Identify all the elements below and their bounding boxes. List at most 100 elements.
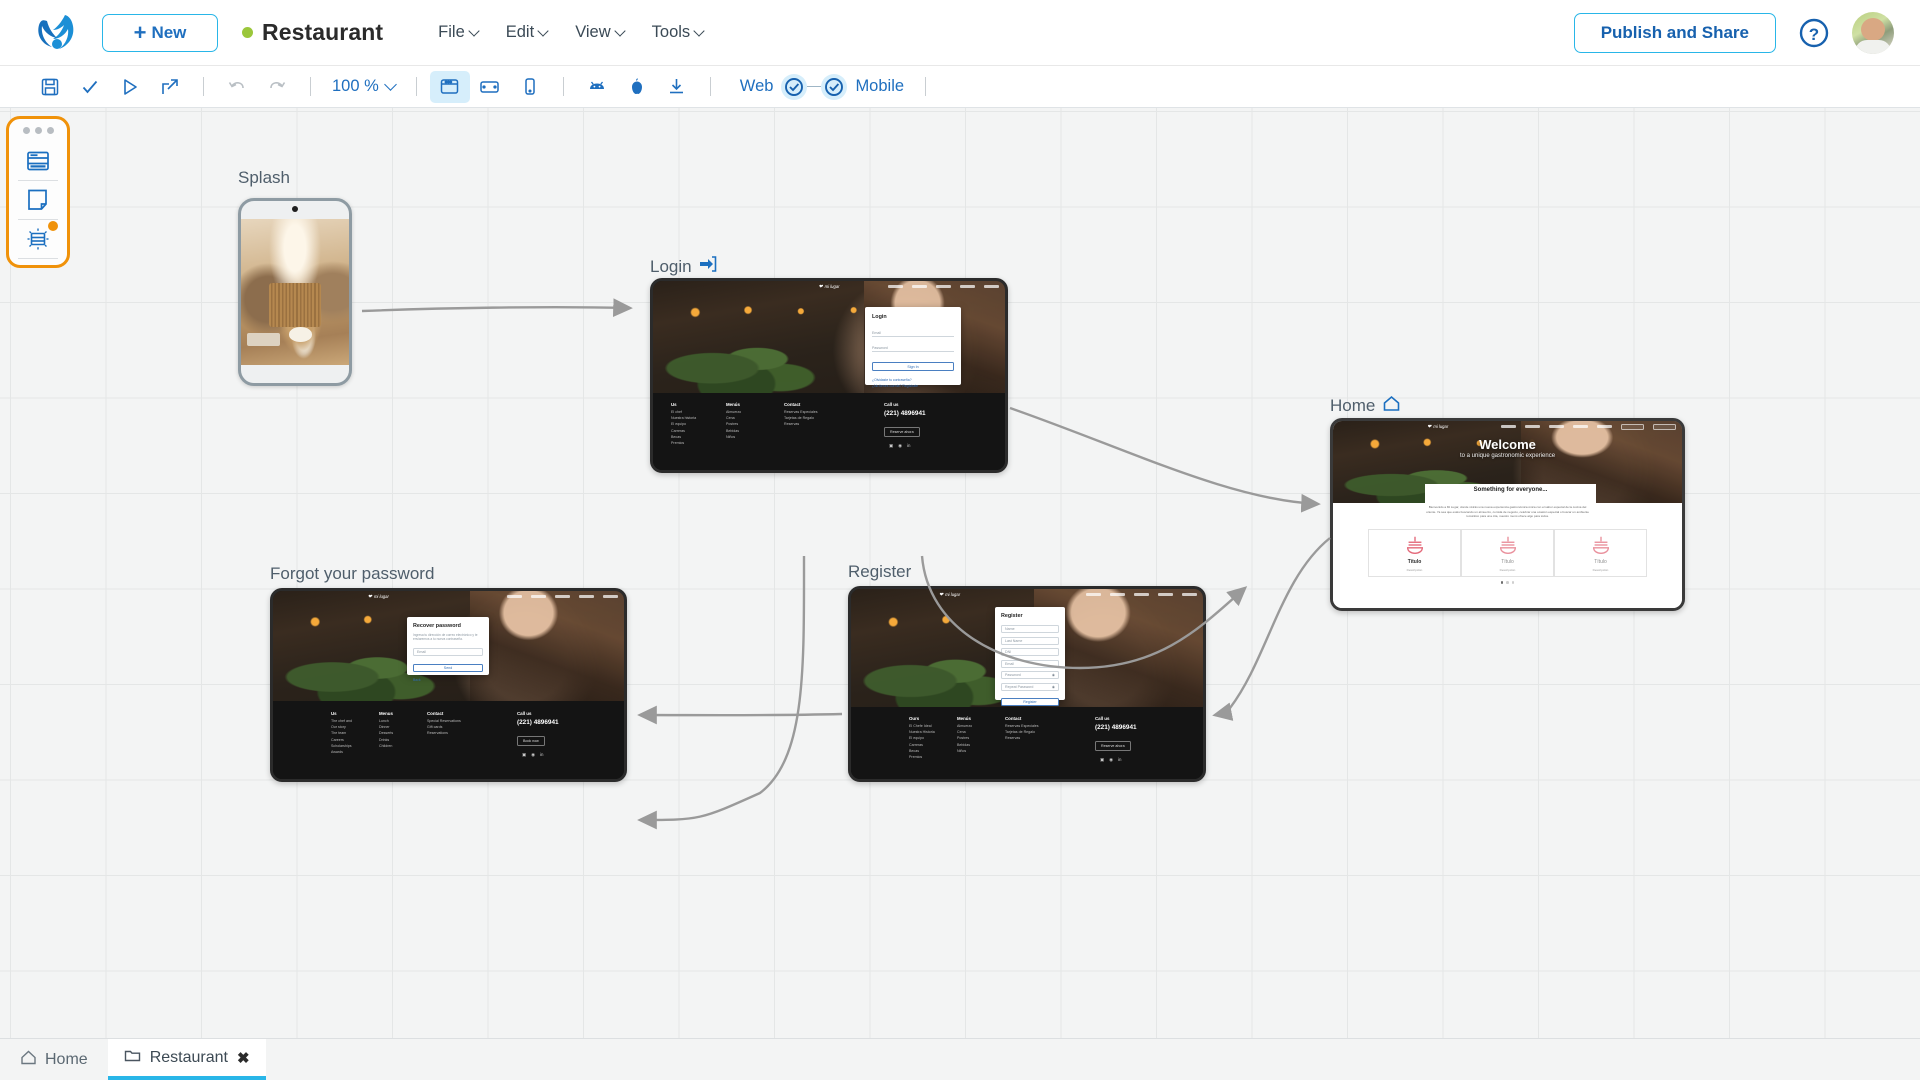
carousel-dots[interactable] bbox=[1333, 581, 1682, 584]
home-card[interactable]: Título Descripción bbox=[1461, 529, 1554, 577]
register-lastname-field[interactable]: Last Name bbox=[1001, 637, 1059, 645]
social-icons[interactable]: 𝉵 ▣ ◉ in bbox=[517, 752, 607, 758]
footer-link[interactable]: Almuerzo bbox=[726, 410, 784, 414]
menu-view[interactable]: View bbox=[575, 23, 624, 42]
mobile-phone-icon[interactable] bbox=[510, 71, 550, 103]
nav-links[interactable] bbox=[888, 285, 999, 288]
login-forgot-link[interactable]: ¿Olvidaste tu contraseña? bbox=[872, 378, 954, 382]
nav-register-button[interactable] bbox=[1653, 424, 1676, 430]
footer-cta-button[interactable]: Book now bbox=[517, 736, 545, 746]
footer-link[interactable]: Scholarships bbox=[331, 744, 379, 748]
footer-link[interactable]: Desserts bbox=[379, 731, 427, 735]
login-email-field[interactable]: Email bbox=[872, 328, 954, 337]
footer-link[interactable]: The team bbox=[331, 731, 379, 735]
footer-link[interactable]: Postres bbox=[957, 736, 1005, 740]
footer-link[interactable]: Cena bbox=[726, 416, 784, 420]
footer-link[interactable]: Reservas bbox=[1005, 736, 1095, 740]
footer-link[interactable]: Tarjetas de Regalo bbox=[784, 416, 884, 420]
master-highlight-icon[interactable] bbox=[14, 220, 62, 258]
close-x-icon[interactable]: ✖ bbox=[237, 1049, 250, 1067]
footer-link[interactable]: Becas bbox=[671, 435, 726, 439]
footer-link[interactable]: Niños bbox=[726, 435, 784, 439]
footer-link[interactable]: Tarjetas de Regalo bbox=[1005, 730, 1095, 734]
footer-link[interactable]: Postres bbox=[726, 422, 784, 426]
bottom-home-tab[interactable]: Home bbox=[0, 1040, 108, 1080]
undo-icon[interactable] bbox=[217, 71, 257, 103]
login-form-card[interactable]: Login Email Password Sign In ¿Olvidaste … bbox=[865, 307, 961, 385]
footer-link[interactable]: Reservas bbox=[784, 422, 884, 426]
avatar[interactable] bbox=[1852, 12, 1894, 54]
footer-link[interactable]: Careers bbox=[331, 738, 379, 742]
new-button[interactable]: + New bbox=[102, 14, 218, 52]
footer-link[interactable]: Niños bbox=[957, 749, 1005, 753]
register-email-field[interactable]: Email bbox=[1001, 660, 1059, 668]
footer-link[interactable]: Premios bbox=[671, 441, 726, 445]
register-form-card[interactable]: Register Name Last Name DNI Email Passwo… bbox=[995, 607, 1065, 700]
android-icon[interactable] bbox=[577, 71, 617, 103]
login-submit-button[interactable]: Sign In bbox=[872, 362, 954, 371]
footer-link[interactable]: El chef bbox=[671, 410, 726, 414]
menu-edit[interactable]: Edit bbox=[506, 23, 548, 42]
page-template-icon[interactable] bbox=[14, 181, 62, 219]
recover-email-field[interactable]: Email bbox=[413, 648, 483, 656]
mobile-check-circle-icon[interactable] bbox=[821, 74, 847, 100]
footer-link[interactable]: Our story bbox=[331, 725, 379, 729]
footer-cta-button[interactable]: Reserve ahora bbox=[1095, 741, 1131, 751]
footer-link[interactable]: Reservas Especiales bbox=[784, 410, 884, 414]
redo-icon[interactable] bbox=[257, 71, 297, 103]
home-card[interactable]: Título Descripción bbox=[1554, 529, 1647, 577]
social-icons[interactable]: 𝉵 ▣ ◉ in bbox=[1095, 757, 1185, 763]
tablet-icon[interactable] bbox=[470, 71, 510, 103]
download-icon[interactable] bbox=[657, 71, 697, 103]
nav-links[interactable] bbox=[1086, 593, 1197, 596]
share-arrow-icon[interactable] bbox=[150, 71, 190, 103]
nav-links[interactable] bbox=[1501, 424, 1676, 430]
footer-link[interactable]: El Chefe Ideal bbox=[909, 724, 957, 728]
footer-link[interactable]: Dinner bbox=[379, 725, 427, 729]
footer-link[interactable]: Awards bbox=[331, 750, 379, 754]
footer-link[interactable]: Special Reservations bbox=[427, 719, 517, 723]
web-frame-register[interactable]: ❤ mi lugar Register Name Last Name DNI E… bbox=[848, 586, 1206, 782]
nav-links[interactable] bbox=[507, 595, 618, 598]
eye-icon[interactable]: ◉ bbox=[1052, 685, 1055, 689]
footer-link[interactable]: Reservas Especiales bbox=[1005, 724, 1095, 728]
footer-link[interactable]: El equipo bbox=[909, 736, 957, 740]
footer-link[interactable]: Nuestra Historia bbox=[909, 730, 957, 734]
bottom-project-tab[interactable]: Restaurant ✖ bbox=[108, 1039, 266, 1080]
web-check-circle-icon[interactable] bbox=[781, 74, 807, 100]
home-card[interactable]: Título Descripción bbox=[1368, 529, 1461, 577]
register-name-field[interactable]: Name bbox=[1001, 625, 1059, 633]
zoom-control[interactable]: 100 % bbox=[332, 77, 395, 96]
recover-back-link[interactable]: Back bbox=[413, 678, 483, 682]
footer-link[interactable]: El equipo bbox=[671, 422, 726, 426]
recover-send-button[interactable]: Send bbox=[413, 664, 483, 672]
question-circle-icon[interactable]: ? bbox=[1798, 17, 1830, 49]
register-submit-button[interactable]: Register bbox=[1001, 698, 1059, 706]
screens-list-icon[interactable] bbox=[14, 142, 62, 180]
footer-link[interactable]: Carreras bbox=[671, 429, 726, 433]
apple-icon[interactable] bbox=[617, 71, 657, 103]
recover-password-card[interactable]: Recover password Ingresa tu dirección de… bbox=[407, 617, 489, 675]
footer-link[interactable]: Bebidas bbox=[726, 429, 784, 433]
save-floppy-icon[interactable] bbox=[30, 71, 70, 103]
login-password-field[interactable]: Password bbox=[872, 343, 954, 352]
footer-link[interactable]: Cena bbox=[957, 730, 1005, 734]
footer-link[interactable]: Drinks bbox=[379, 738, 427, 742]
menu-tools[interactable]: Tools bbox=[652, 23, 705, 42]
design-canvas[interactable]: Splash Login ❤ mi lugar Login Email Pass… bbox=[0, 108, 1920, 1038]
register-password-field[interactable]: Password ◉ bbox=[1001, 671, 1059, 679]
browser-window-icon[interactable] bbox=[430, 71, 470, 103]
justinmind-logo-icon[interactable] bbox=[26, 13, 88, 53]
footer-link[interactable]: Reservations bbox=[427, 731, 517, 735]
web-frame-login[interactable]: ❤ mi lugar Login Email Password Sign In … bbox=[650, 278, 1008, 473]
menu-file[interactable]: File bbox=[438, 23, 479, 42]
register-dni-field[interactable]: DNI bbox=[1001, 648, 1059, 656]
register-repeat-password-field[interactable]: Repeat Password ◉ bbox=[1001, 683, 1059, 691]
footer-link[interactable]: Children bbox=[379, 744, 427, 748]
footer-link[interactable]: Carreras bbox=[909, 743, 957, 747]
footer-link[interactable]: Bebidas bbox=[957, 743, 1005, 747]
footer-link[interactable]: Almuerzo bbox=[957, 724, 1005, 728]
social-icons[interactable]: 𝉵 ▣ ◉ in bbox=[884, 443, 974, 449]
footer-link[interactable]: Becas bbox=[909, 749, 957, 753]
phone-frame-splash[interactable] bbox=[238, 198, 352, 386]
